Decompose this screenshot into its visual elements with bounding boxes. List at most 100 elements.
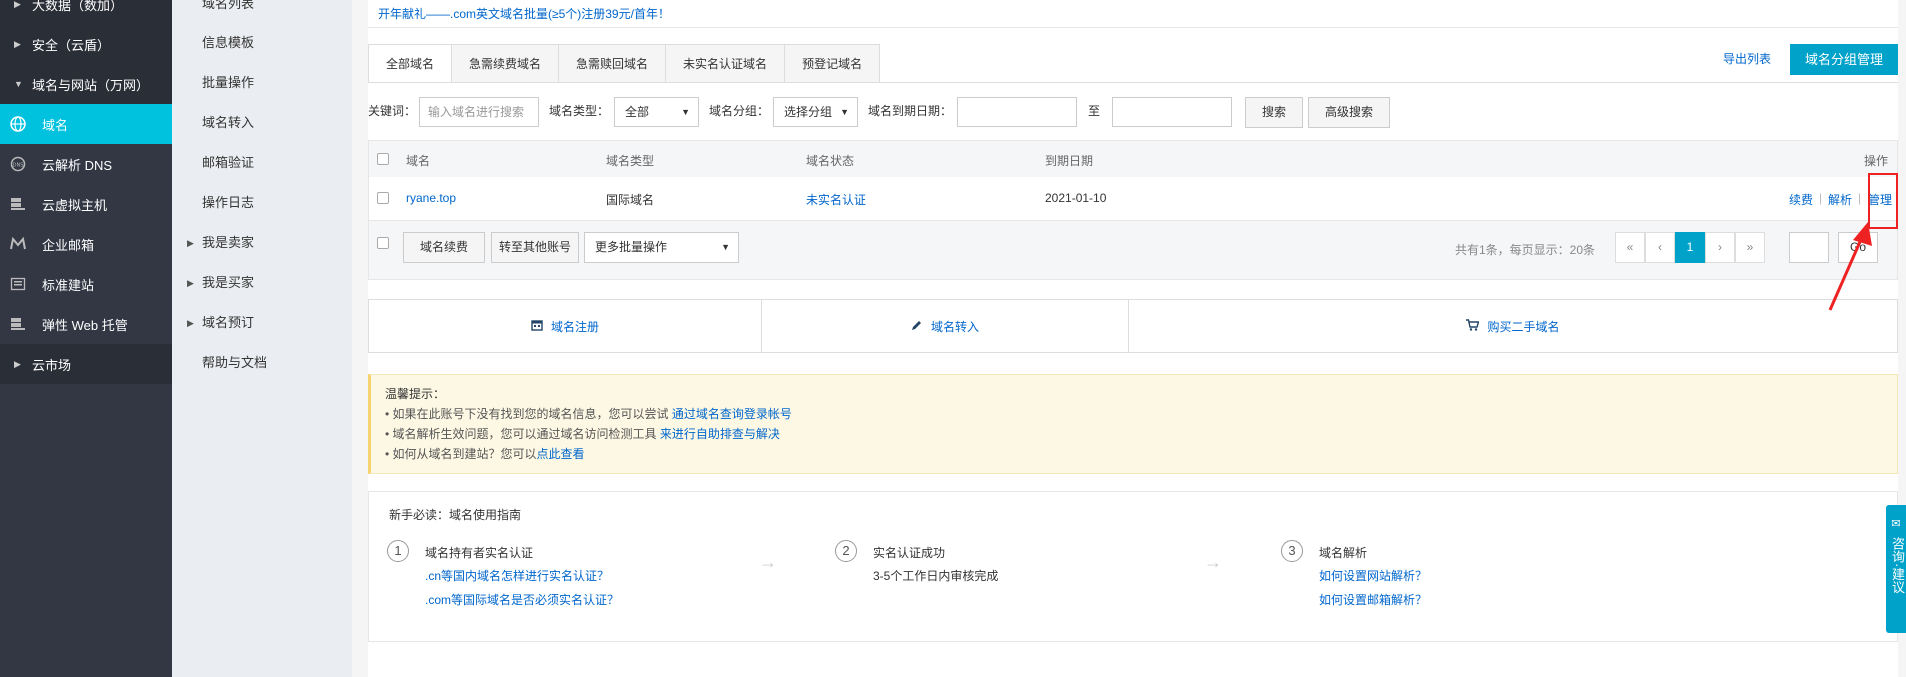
step-link[interactable]: .com等国际域名是否必须实名认证？ [425, 591, 619, 608]
sidebar-item-label: 云虚拟主机 [42, 197, 108, 213]
action-label: 购买二手域名 [1487, 319, 1560, 334]
subnav-item-label: 我是卖家 [202, 235, 255, 250]
advanced-search-button[interactable]: 高级搜索 [1308, 97, 1390, 128]
tip-line: • 如果在此账号下没有找到您的域名信息，您可以尝试 通过域名查询登录帐号 [385, 405, 792, 422]
buy-secondhand-action[interactable]: 购买二手域名 [1129, 300, 1897, 352]
tip-link[interactable]: 点此查看 [537, 447, 585, 461]
chevron-right-icon: ▶ [14, 0, 21, 9]
sidebar-item-hosting[interactable]: 云虚拟主机 [0, 184, 172, 224]
search-button[interactable]: 搜索 [1245, 97, 1303, 128]
arrow-right-icon: → [759, 552, 777, 572]
tip-text: • 如何从域名到建站？您可以 [385, 447, 537, 461]
tab-renew-urgent[interactable]: 急需续费域名 [451, 44, 559, 83]
to-label: 至 [1088, 104, 1101, 118]
mail-icon [8, 236, 28, 252]
sidebar-item-site[interactable]: 标准建站 [0, 264, 172, 304]
expiry-start-input[interactable] [957, 97, 1077, 127]
batch-select-checkbox[interactable] [377, 237, 389, 249]
promo-banner[interactable]: 开年献礼——.com英文域名批量(≥5个)注册39元/首年！ [368, 0, 1898, 28]
subnav-item-label: 域名预订 [202, 315, 255, 330]
register-domain-action[interactable]: 域名注册 [369, 300, 761, 352]
page-next-button[interactable]: › [1705, 232, 1735, 263]
step-number: 2 [835, 540, 857, 562]
transfer-domain-action[interactable]: 域名转入 [762, 300, 1128, 352]
annotation-arrow-icon [1820, 220, 1880, 318]
type-select[interactable]: 全部 ▼ [614, 97, 699, 127]
batch-renew-button[interactable]: 域名续费 [403, 232, 485, 263]
site-icon [8, 276, 28, 292]
type-label: 域名类型： [549, 104, 610, 118]
server-icon [8, 196, 28, 212]
quick-actions: 域名注册 域名转入 购买二手域名 [368, 299, 1898, 353]
subnav-item-info-template[interactable]: 信息模板 [202, 33, 254, 53]
subnav-item-batch-ops[interactable]: 批量操作 [202, 73, 254, 93]
table-row: ryane.top 国际域名 未实名认证 2021-01-10 续费 | 解析 … [368, 177, 1898, 221]
subnav-item-buyer[interactable]: ▶ 我是买家 [187, 273, 254, 293]
keyword-label: 关键词： [368, 104, 417, 118]
feedback-float-tab[interactable]: ✉ 咨询·建议 [1886, 505, 1906, 633]
subnav-item-email-verify[interactable]: 邮箱验证 [202, 153, 254, 173]
step-link[interactable]: 如何设置邮箱解析？ [1319, 591, 1427, 608]
arrow-right-icon: → [1204, 552, 1222, 572]
subnav-item-transfer-in[interactable]: 域名转入 [202, 113, 254, 133]
subnav-item-seller[interactable]: ▶ 我是卖家 [187, 233, 255, 253]
row-checkbox[interactable] [377, 192, 389, 204]
sidebar-item-web-hosting[interactable]: 弹性 Web 托管 [0, 304, 172, 344]
more-batch-value: 更多批量操作 [595, 240, 668, 254]
tip-line: • 如何从域名到建站？您可以点此查看 [385, 445, 585, 462]
guide-title: 新手必读：域名使用指南 [389, 508, 522, 522]
tab-redeem-urgent[interactable]: 急需赎回域名 [558, 44, 666, 83]
sidebar-item-dns[interactable]: DNS 云解析 DNS [0, 144, 172, 184]
subnav-item-reserve[interactable]: ▶ 域名预订 [187, 313, 255, 333]
sidebar-item-domain[interactable]: 域名 [0, 104, 172, 144]
tips-title: 温馨提示： [385, 387, 446, 401]
step-link[interactable]: 如何设置网站解析？ [1319, 567, 1427, 584]
chevron-right-icon: ▶ [187, 318, 194, 328]
renew-link[interactable]: 续费 [1789, 191, 1813, 208]
dns-icon: DNS [8, 156, 28, 172]
tip-line: • 域名解析生效问题，您可以通过域名访问检测工具 来进行自助排查与解决 [385, 425, 780, 442]
sidebar-item-mail[interactable]: 企业邮箱 [0, 224, 172, 264]
sidebar-item-domain-website[interactable]: ▼ 域名与网站（万网） [0, 64, 172, 104]
export-list-link[interactable]: 导出列表 [1723, 50, 1771, 68]
expiry-end-input[interactable] [1112, 97, 1232, 127]
tip-link[interactable]: 来进行自助排查与解决 [660, 427, 780, 441]
resolve-link[interactable]: 解析 [1828, 191, 1852, 208]
transfer-account-button[interactable]: 转至其他账号 [491, 232, 579, 263]
step-number: 1 [387, 540, 409, 562]
tip-text: • 如果在此账号下没有找到您的域名信息，您可以尝试 [385, 407, 672, 421]
group-select-value: 选择分组 [784, 105, 833, 119]
subnav-item-domain-list[interactable]: 域名列表 [202, 0, 254, 14]
sidebar-item-label: 大数据（数加） [32, 0, 124, 13]
step-title: 实名认证成功 [873, 546, 946, 560]
more-batch-select[interactable]: 更多批量操作 ▼ [584, 232, 739, 263]
group-select[interactable]: 选择分组 ▼ [773, 97, 858, 127]
sidebar-item-bigdata[interactable]: ▶ 大数据（数加） [0, 0, 172, 24]
subnav-item-help[interactable]: 帮助与文档 [202, 353, 267, 373]
step-link[interactable]: .cn等国内域名怎样进行实名认证？ [425, 567, 609, 584]
hosting-icon [8, 316, 28, 332]
tab-all-domains[interactable]: 全部域名 [368, 44, 452, 83]
feedback-label: 咨询·建议 [1890, 537, 1905, 594]
tip-link[interactable]: 通过域名查询登录帐号 [672, 407, 792, 421]
tab-preregister[interactable]: 预登记域名 [784, 44, 881, 83]
page-prev-button[interactable]: ‹ [1645, 232, 1675, 263]
feedback-icon: ✉ [1891, 518, 1901, 530]
domain-status-link[interactable]: 未实名认证 [806, 191, 866, 208]
page-last-button[interactable]: » [1735, 232, 1765, 263]
subnav-item-op-log[interactable]: 操作日志 [202, 193, 254, 213]
page-first-button[interactable]: « [1615, 232, 1645, 263]
sidebar-item-security[interactable]: ▶ 安全（云盾） [0, 24, 172, 64]
tab-unverified[interactable]: 未实名认证域名 [665, 44, 785, 83]
page-1-button[interactable]: 1 [1675, 232, 1705, 263]
group-manage-button[interactable]: 域名分组管理 [1790, 44, 1898, 75]
step-title: 域名持有者实名认证 [425, 546, 534, 560]
select-all-checkbox[interactable] [377, 153, 389, 165]
keyword-input[interactable]: 输入域名进行搜索 [419, 97, 539, 127]
domain-expiry: 2021-01-10 [1045, 191, 1107, 205]
col-header-actions: 操作 [1864, 154, 1889, 168]
caret-down-icon: ▼ [840, 107, 849, 117]
domain-link[interactable]: ryane.top [406, 191, 456, 205]
tip-text: • 域名解析生效问题，您可以通过域名访问检测工具 [385, 427, 660, 441]
sidebar-item-market[interactable]: ▶ 云市场 [0, 344, 172, 384]
